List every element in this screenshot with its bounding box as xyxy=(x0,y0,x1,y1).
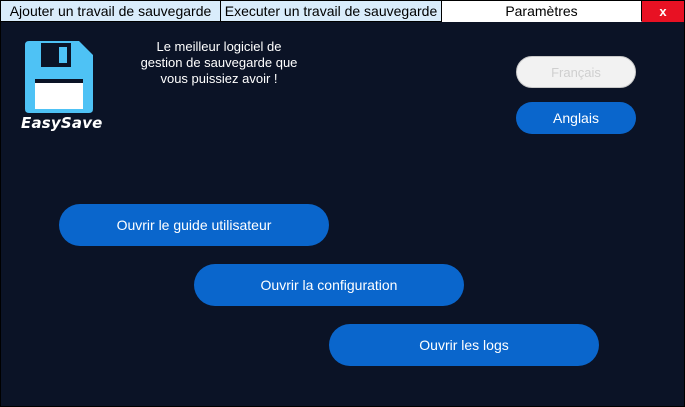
tagline-line-3: vous puissiez avoir ! xyxy=(160,71,278,86)
close-button[interactable]: x xyxy=(642,1,684,22)
open-user-guide-button[interactable]: Ouvrir le guide utilisateur xyxy=(59,204,329,246)
english-language-button[interactable]: Anglais xyxy=(516,102,636,134)
tab-settings[interactable]: Paramètres xyxy=(442,1,642,22)
brand-name: EasySave xyxy=(21,114,103,132)
tab-execute-backup-job[interactable]: Executer un travail de sauvegarde xyxy=(221,1,442,22)
tagline-line-2: gestion de sauvegarde que xyxy=(140,55,298,70)
open-logs-button[interactable]: Ouvrir les logs xyxy=(329,324,599,366)
tagline-line-1: Le meilleur logiciel de xyxy=(156,39,282,54)
settings-window: Ajouter un travail de sauvegarde Execute… xyxy=(0,0,685,407)
french-language-button[interactable]: Français xyxy=(516,56,636,88)
tagline: Le meilleur logiciel de gestion de sauve… xyxy=(129,39,309,87)
tab-bar: Ajouter un travail de sauvegarde Execute… xyxy=(1,1,684,22)
open-configuration-button[interactable]: Ouvrir la configuration xyxy=(194,264,464,306)
tab-add-backup-job[interactable]: Ajouter un travail de sauvegarde xyxy=(1,1,221,22)
